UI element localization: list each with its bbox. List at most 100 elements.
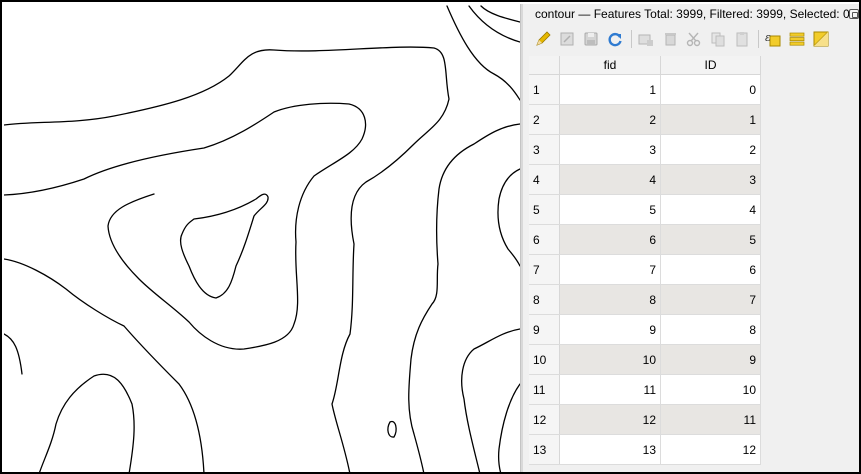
copy-button[interactable]	[708, 29, 728, 49]
save-edits-button[interactable]	[581, 29, 601, 49]
row-header[interactable]: 12	[529, 405, 560, 434]
table-header: fid ID	[529, 56, 761, 75]
float-panel-button[interactable]	[849, 9, 859, 19]
cell-fid[interactable]: 13	[560, 435, 661, 464]
contour-line	[446, 5, 520, 101]
table-row[interactable]: 8 8 7	[529, 285, 761, 315]
row-header[interactable]: 10	[529, 345, 560, 374]
row-header[interactable]: 2	[529, 105, 560, 134]
cell-id[interactable]: 2	[661, 135, 761, 164]
reload-button[interactable]	[605, 29, 625, 49]
table-row[interactable]: 12 12 11	[529, 405, 761, 435]
copy-icon	[711, 32, 725, 47]
table-row[interactable]: 3 3 2	[529, 135, 761, 165]
cell-fid[interactable]: 3	[560, 135, 661, 164]
multi-edit-button[interactable]	[557, 29, 577, 49]
contour-line	[179, 193, 269, 299]
contour-line	[497, 168, 520, 267]
cell-fid[interactable]: 10	[560, 345, 661, 374]
panel-title: contour — Features Total: 3999, Filtered…	[535, 7, 850, 21]
delete-features-button[interactable]	[660, 29, 680, 49]
contour-line	[387, 420, 397, 438]
cell-fid[interactable]: 1	[560, 75, 661, 104]
contour-line	[480, 5, 520, 23]
map-canvas[interactable]	[4, 4, 520, 472]
contour-line	[39, 373, 135, 472]
table-row[interactable]: 7 7 6	[529, 255, 761, 285]
cell-id[interactable]: 11	[661, 405, 761, 434]
row-header[interactable]: 9	[529, 315, 560, 344]
cell-id[interactable]: 0	[661, 75, 761, 104]
toggle-editing-button[interactable]	[533, 29, 553, 49]
cell-fid[interactable]: 6	[560, 225, 661, 254]
table-body: 1 1 0 2 2 1 3 3 2 4 4 3 5 5 4 6 6 5 7 7 …	[529, 75, 761, 465]
edit-table-icon	[560, 32, 574, 46]
panel-titlebar: contour — Features Total: 3999, Filtered…	[523, 4, 859, 24]
cell-id[interactable]: 6	[661, 255, 761, 284]
pencil-icon	[536, 31, 551, 46]
table-row[interactable]: 2 2 1	[529, 105, 761, 135]
table-row[interactable]: 9 9 8	[529, 315, 761, 345]
row-header[interactable]: 7	[529, 255, 560, 284]
attribute-table-panel: contour — Features Total: 3999, Filtered…	[523, 4, 859, 472]
attribute-table: fid ID 1 1 0 2 2 1 3 3 2 4 4 3 5 5 4 6 6…	[529, 56, 761, 465]
table-row[interactable]: 5 5 4	[529, 195, 761, 225]
column-header-fid[interactable]: fid	[560, 56, 661, 74]
cell-id[interactable]: 9	[661, 345, 761, 374]
paste-icon	[736, 32, 748, 47]
cut-icon	[686, 32, 701, 47]
contour-line	[4, 46, 450, 472]
row-header[interactable]: 1	[529, 75, 560, 104]
cell-id[interactable]: 8	[661, 315, 761, 344]
contour-line	[4, 102, 367, 350]
select-all-button[interactable]	[787, 29, 807, 49]
select-by-expression-button[interactable]: ε	[763, 29, 783, 49]
cell-fid[interactable]: 8	[560, 285, 661, 314]
cell-id[interactable]: 4	[661, 195, 761, 224]
cell-fid[interactable]: 2	[560, 105, 661, 134]
cell-fid[interactable]: 12	[560, 405, 661, 434]
add-feature-icon	[638, 34, 653, 46]
expression-select-icon: ε	[765, 31, 781, 47]
row-header[interactable]: 4	[529, 165, 560, 194]
contour-line	[468, 5, 520, 43]
add-feature-button[interactable]	[636, 29, 656, 49]
cell-id[interactable]: 7	[661, 285, 761, 314]
select-all-icon	[789, 32, 805, 46]
column-header-id[interactable]: ID	[661, 56, 761, 74]
table-row[interactable]: 4 4 3	[529, 165, 761, 195]
table-corner[interactable]	[529, 56, 560, 74]
table-row[interactable]: 1 1 0	[529, 75, 761, 105]
toolbar-separator	[631, 30, 632, 48]
cell-id[interactable]: 5	[661, 225, 761, 254]
cell-id[interactable]: 1	[661, 105, 761, 134]
row-header[interactable]: 3	[529, 135, 560, 164]
invert-selection-button[interactable]	[811, 29, 831, 49]
toolbar-separator	[758, 30, 759, 48]
contour-line	[461, 328, 520, 472]
cell-fid[interactable]: 11	[560, 375, 661, 404]
contour-line	[4, 258, 205, 472]
row-header[interactable]: 13	[529, 435, 560, 464]
contour-lines	[4, 5, 520, 472]
table-row[interactable]: 11 11 10	[529, 375, 761, 405]
table-row[interactable]: 6 6 5	[529, 225, 761, 255]
row-header[interactable]: 5	[529, 195, 560, 224]
paste-button[interactable]	[732, 29, 752, 49]
table-row[interactable]: 13 13 12	[529, 435, 761, 465]
attribute-toolbar: ε	[523, 26, 859, 52]
svg-text:ε: ε	[765, 31, 771, 44]
cell-fid[interactable]: 7	[560, 255, 661, 284]
table-row[interactable]: 10 10 9	[529, 345, 761, 375]
row-header[interactable]: 11	[529, 375, 560, 404]
cell-fid[interactable]: 5	[560, 195, 661, 224]
row-header[interactable]: 8	[529, 285, 560, 314]
cell-fid[interactable]: 4	[560, 165, 661, 194]
cell-fid[interactable]: 9	[560, 315, 661, 344]
contour-line	[4, 333, 23, 375]
cell-id[interactable]: 10	[661, 375, 761, 404]
row-header[interactable]: 6	[529, 225, 560, 254]
cut-button[interactable]	[684, 29, 704, 49]
cell-id[interactable]: 12	[661, 435, 761, 464]
cell-id[interactable]: 3	[661, 165, 761, 194]
